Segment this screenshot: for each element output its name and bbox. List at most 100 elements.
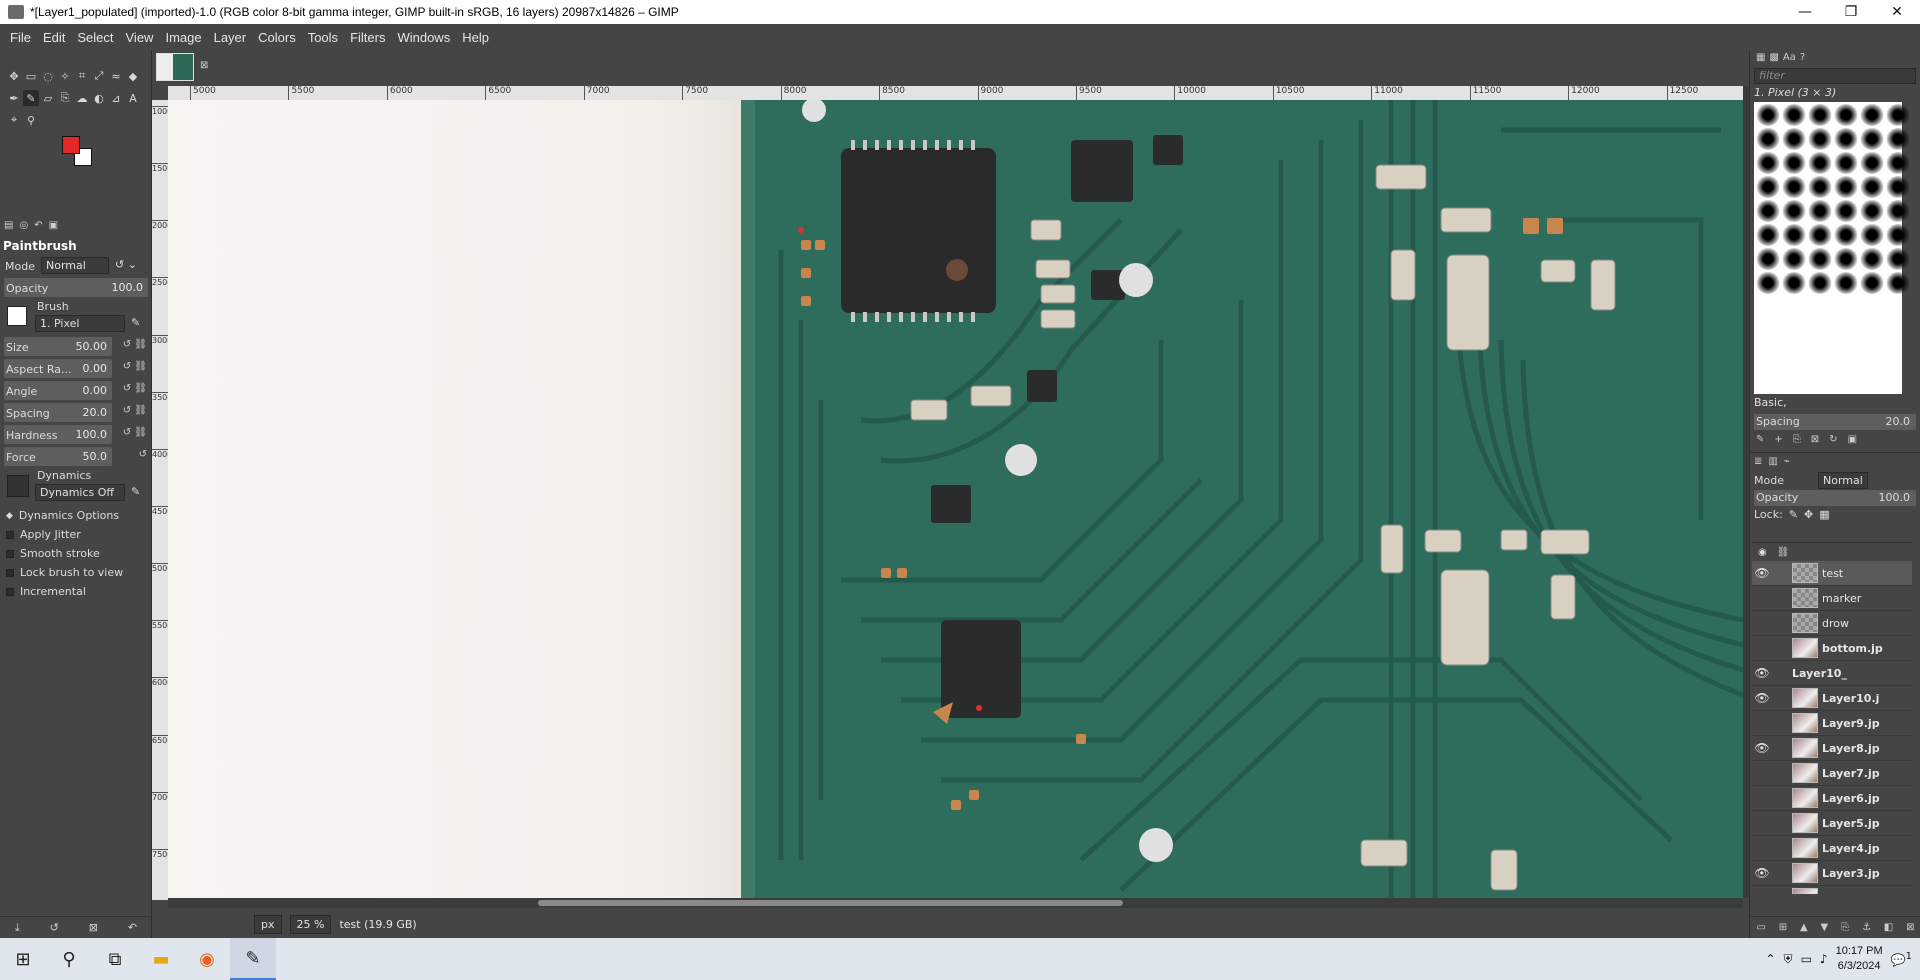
brush-swatch[interactable] [1808,104,1832,126]
menu-filters[interactable]: Filters [344,30,391,45]
dynamics-selector[interactable]: Dynamics Off [35,484,125,501]
unit-selector[interactable]: px [254,914,282,934]
layer-row[interactable]: Layer4.jp [1752,836,1912,861]
layer-row[interactable]: drow [1752,611,1912,636]
layer-visibility-eye-icon[interactable]: 👁 [1752,866,1772,880]
duplicate-layer-icon[interactable]: ⎘ [1841,922,1849,933]
brush-grid[interactable] [1754,102,1910,394]
fuzzy-select-tool-icon[interactable]: ✧ [57,68,73,84]
brush-swatch[interactable] [1886,176,1910,198]
brush-swatch[interactable] [1808,200,1832,222]
help-tab-icon[interactable]: ? [1800,52,1805,64]
patterns-tab-icon[interactable]: ▩ [1769,52,1778,64]
fonts-tab-icon[interactable]: Aa [1783,52,1796,64]
images-tab-icon[interactable]: ▣ [49,220,58,236]
brush-swatch[interactable] [1860,272,1884,294]
tool-options-tab-icon[interactable]: ▤ [4,220,13,236]
zoom-selector[interactable]: 25 % [289,914,332,934]
layer-mode-dropdown[interactable]: Normal [1817,471,1868,489]
brush-swatch[interactable] [1886,200,1910,222]
crop-tool-icon[interactable]: ⌗ [74,68,90,84]
layer-visibility-eye-icon[interactable]: 👁 [1752,566,1772,580]
brush-tag-dropdown[interactable]: Basic, [1754,396,1916,412]
menu-file[interactable]: File [4,30,37,45]
close-image-icon[interactable]: ⊠ [200,60,208,71]
menu-help[interactable]: Help [456,30,495,45]
edit-dynamics-icon[interactable]: ✎ [131,485,140,498]
brush-swatch[interactable] [1834,248,1858,270]
brush-swatch[interactable] [1782,200,1806,222]
brush-swatch[interactable] [1860,176,1884,198]
measure-tool-icon[interactable]: ⊿ [108,90,124,106]
size-slider[interactable]: Size 50.00 [4,337,112,356]
brush-swatch[interactable] [1834,176,1858,198]
layer-row[interactable]: Layer2.jp [1752,886,1912,894]
eraser-tool-icon[interactable]: ▱ [40,90,56,106]
aspect-reset-link[interactable]: ↺ ⛓ [123,361,147,372]
brush-swatch[interactable] [1782,176,1806,198]
task-view-icon[interactable]: ⧉ [92,938,138,980]
spacing-reset-link[interactable]: ↺ ⛓ [123,405,147,416]
menu-colors[interactable]: Colors [252,30,302,45]
brush-swatch[interactable] [1886,152,1910,174]
brush-swatch[interactable] [1860,248,1884,270]
maximize-button[interactable]: ❐ [1828,0,1874,24]
brush-swatch[interactable] [1860,128,1884,150]
channels-tab-icon[interactable]: ▥ [1768,456,1777,467]
brush-swatch[interactable] [1782,152,1806,174]
layer-row[interactable]: marker [1752,586,1912,611]
notifications-icon[interactable]: 💬1 [1891,951,1912,967]
color-picker-tool-icon[interactable]: ⌖ [6,112,22,128]
bucket-fill-tool-icon[interactable]: ◆ [125,68,141,84]
menu-view[interactable]: View [120,30,160,45]
brush-swatch[interactable] [1756,152,1780,174]
paintbrush-tool-icon[interactable]: ✎ [23,90,39,106]
canvas-horizontal-scrollbar[interactable] [168,898,1743,908]
minimize-button[interactable]: — [1782,0,1828,24]
clone-tool-icon[interactable]: ⎘ [57,90,73,106]
brush-swatch[interactable] [1808,176,1832,198]
brush-swatch[interactable] [1808,128,1832,150]
hardness-slider[interactable]: Hardness 100.0 [4,425,112,444]
scrollbar-thumb[interactable] [538,900,1123,906]
brush-filter-input[interactable]: filter [1754,68,1916,84]
brush-swatch[interactable] [1756,272,1780,294]
undo-history-tab-icon[interactable]: ↶ [34,220,42,236]
brush-swatch[interactable] [1886,104,1910,126]
layer-visibility-eye-icon[interactable]: 👁 [1752,741,1772,755]
brush-swatch[interactable] [1782,272,1806,294]
layer-row[interactable]: 👁 test [1752,561,1912,586]
aspect-slider[interactable]: Aspect Ra... 0.00 [4,359,112,378]
brush-swatch[interactable] [1782,128,1806,150]
reset-options-icon[interactable]: ↶ [128,921,137,934]
brush-swatch[interactable] [1756,104,1780,126]
menu-image[interactable]: Image [159,30,207,45]
hardness-reset-link[interactable]: ↺ ⛓ [123,427,147,438]
brush-swatch[interactable] [1834,104,1858,126]
clock[interactable]: 10:17 PM 6/3/2024 [1836,944,1883,974]
new-layer-icon[interactable]: ⊞ [1779,922,1787,933]
volume-icon[interactable]: ♪ [1820,952,1828,966]
firefox-icon[interactable]: ◉ [184,938,230,980]
raise-layer-icon[interactable]: ▲ [1800,922,1808,933]
image-tab-thumbnail[interactable] [156,53,194,81]
brush-swatch[interactable] [1834,272,1858,294]
brush-swatch[interactable] [1756,200,1780,222]
opacity-slider[interactable]: Opacity 100.0 [4,278,148,297]
rect-select-tool-icon[interactable]: ▭ [23,68,39,84]
open-brush-as-image-icon[interactable]: ▣ [1848,434,1857,445]
angle-reset-link[interactable]: ↺ ⛓ [123,383,147,394]
move-tool-icon[interactable]: ✥ [6,68,22,84]
brush-preview[interactable] [7,306,27,326]
dodge-tool-icon[interactable]: ◐ [91,90,107,106]
brush-swatch[interactable] [1834,128,1858,150]
brushes-tab-icon[interactable]: ▦ [1756,52,1765,64]
layer-row[interactable]: 👁 Layer3.jp [1752,861,1912,886]
brush-swatch[interactable] [1860,200,1884,222]
brush-swatch[interactable] [1756,176,1780,198]
menu-windows[interactable]: Windows [391,30,456,45]
smudge-tool-icon[interactable]: ☁ [74,90,90,106]
close-button[interactable]: ✕ [1874,0,1920,24]
mask-layer-icon[interactable]: ◧ [1884,922,1893,933]
brush-swatch[interactable] [1808,152,1832,174]
